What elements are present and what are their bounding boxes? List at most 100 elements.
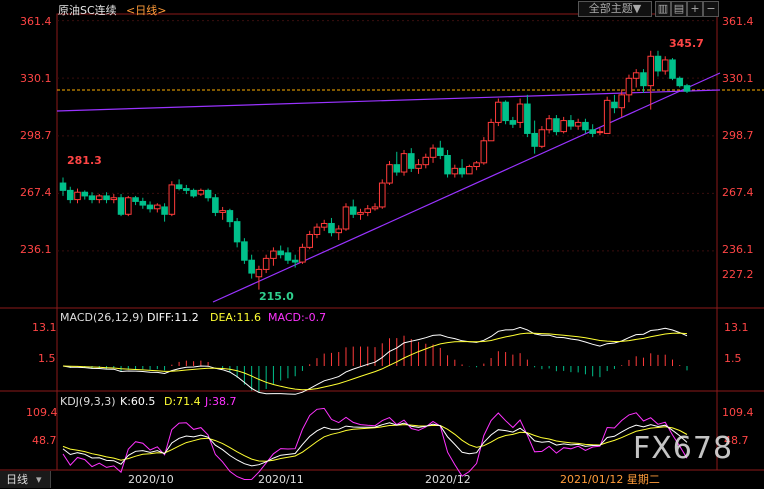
candle-body-41 bbox=[357, 211, 364, 215]
zoom-out-icon[interactable]: − bbox=[703, 1, 719, 17]
candle-body-54 bbox=[451, 167, 459, 175]
candle-body-17 bbox=[183, 188, 190, 191]
candle-body-51 bbox=[429, 147, 437, 158]
kdj-j-value: J:38.7 bbox=[205, 395, 237, 408]
candle-body-7 bbox=[110, 197, 118, 201]
candle-body-1 bbox=[66, 189, 74, 201]
candle-body-45 bbox=[386, 164, 393, 184]
candle-body-84 bbox=[669, 59, 676, 79]
candle-body-27 bbox=[255, 268, 263, 278]
kdj-d-value: D:71.4 bbox=[164, 395, 201, 408]
candle-body-32 bbox=[291, 259, 299, 263]
candle-body-67 bbox=[545, 118, 553, 131]
candle-body-42 bbox=[364, 208, 372, 213]
candle-body-3 bbox=[81, 191, 89, 197]
candle-body-35 bbox=[313, 226, 321, 235]
candle-body-72 bbox=[582, 121, 589, 131]
candle-body-80 bbox=[640, 72, 647, 87]
kdj-title: KDJ(9,3,3) bbox=[60, 395, 116, 408]
candle-body-36 bbox=[320, 222, 328, 228]
candle-body-0 bbox=[59, 182, 67, 191]
candle-body-73 bbox=[589, 129, 596, 134]
candle-body-15 bbox=[168, 184, 176, 215]
candle-body-8 bbox=[117, 197, 125, 215]
zoom-in-icon[interactable]: + bbox=[687, 1, 703, 17]
candle-body-85 bbox=[676, 77, 684, 87]
candle-body-53 bbox=[444, 154, 451, 175]
kdj-tick-left-2: 48.7 bbox=[32, 434, 57, 447]
candle-body-28 bbox=[262, 257, 270, 270]
candle-body-14 bbox=[161, 206, 168, 215]
current-price-label: 227.2 bbox=[722, 268, 754, 281]
candle-body-77 bbox=[618, 94, 625, 109]
price-tick-left-4: 267.4 bbox=[20, 186, 52, 199]
macd-dea-value: DEA:11.6 bbox=[210, 311, 261, 324]
candle-body-20 bbox=[204, 189, 212, 199]
price-tick-right-4: 267.4 bbox=[722, 186, 754, 199]
candle-body-11 bbox=[139, 200, 147, 206]
candle-body-38 bbox=[335, 228, 343, 234]
candle-body-49 bbox=[415, 164, 422, 169]
candle-body-29 bbox=[270, 250, 277, 259]
candle-body-61 bbox=[502, 101, 509, 122]
candle-body-19 bbox=[197, 189, 205, 195]
chevron-down-icon: ▾ bbox=[36, 473, 42, 486]
candle-body-33 bbox=[299, 246, 306, 263]
candle-body-40 bbox=[349, 206, 357, 215]
period-tab[interactable]: 日线 ▾ bbox=[0, 471, 51, 488]
candle-body-37 bbox=[328, 222, 335, 234]
candle-body-21 bbox=[212, 197, 219, 213]
candle-body-18 bbox=[190, 189, 197, 197]
candle-body-81 bbox=[647, 55, 655, 87]
candle-body-55 bbox=[458, 167, 466, 175]
candle-body-24 bbox=[233, 221, 241, 243]
macd-tick-right-1: 13.1 bbox=[724, 321, 749, 334]
candle-body-63 bbox=[516, 103, 524, 123]
instrument-title: 原油SC连续 bbox=[58, 4, 117, 17]
chart-settings-icon[interactable]: ▤ bbox=[671, 1, 687, 17]
candle-body-47 bbox=[400, 153, 408, 173]
period-label[interactable]: <日线> bbox=[126, 4, 166, 17]
candle-body-74 bbox=[596, 131, 604, 134]
macd-diff-value: DIFF:11.2 bbox=[147, 311, 199, 324]
theme-dropdown-button[interactable]: 全部主题▼ bbox=[578, 1, 652, 17]
candle-body-60 bbox=[495, 101, 502, 123]
candle-body-43 bbox=[371, 206, 379, 210]
candle-body-12 bbox=[146, 204, 154, 210]
price-tick-right-3: 298.7 bbox=[722, 129, 754, 142]
candle-body-34 bbox=[306, 234, 313, 248]
candle-body-16 bbox=[175, 184, 183, 190]
candle-body-5 bbox=[95, 195, 103, 201]
date-label-dec: 2020/12 bbox=[425, 473, 471, 486]
candle-body-46 bbox=[393, 164, 401, 173]
candle-body-23 bbox=[226, 210, 234, 223]
candle-body-50 bbox=[422, 156, 430, 166]
candle-body-4 bbox=[88, 195, 96, 201]
candle-body-30 bbox=[277, 250, 284, 256]
candle-body-10 bbox=[132, 197, 139, 202]
candle-body-25 bbox=[241, 241, 248, 261]
layout-icon[interactable]: ▥ bbox=[655, 1, 671, 17]
candle-body-70 bbox=[567, 120, 575, 127]
candle-body-86 bbox=[683, 85, 691, 92]
candle-body-66 bbox=[538, 129, 546, 147]
macd-histogram-value: MACD:-0.7 bbox=[268, 311, 327, 324]
candle-body-65 bbox=[531, 132, 538, 147]
candlestick-chart[interactable] bbox=[0, 0, 764, 489]
cursor-date-label: 2021/01/12 星期二 bbox=[560, 473, 660, 486]
candle-body-71 bbox=[574, 121, 582, 127]
date-label-oct: 2020/10 bbox=[128, 473, 174, 486]
price-tick-left-2: 330.1 bbox=[20, 72, 52, 85]
candle-body-79 bbox=[632, 72, 640, 79]
candle-body-13 bbox=[154, 204, 161, 210]
candle-body-58 bbox=[480, 140, 488, 164]
kdj-d-line bbox=[62, 424, 688, 462]
candle-body-39 bbox=[342, 206, 350, 230]
kdj-j-line bbox=[62, 407, 688, 481]
date-label-nov: 2020/11 bbox=[258, 473, 304, 486]
candle-body-22 bbox=[219, 210, 226, 213]
candle-body-68 bbox=[553, 118, 560, 133]
candle-body-6 bbox=[103, 195, 110, 201]
price-tick-left-5: 236.1 bbox=[20, 243, 52, 256]
candle-body-83 bbox=[661, 59, 669, 72]
